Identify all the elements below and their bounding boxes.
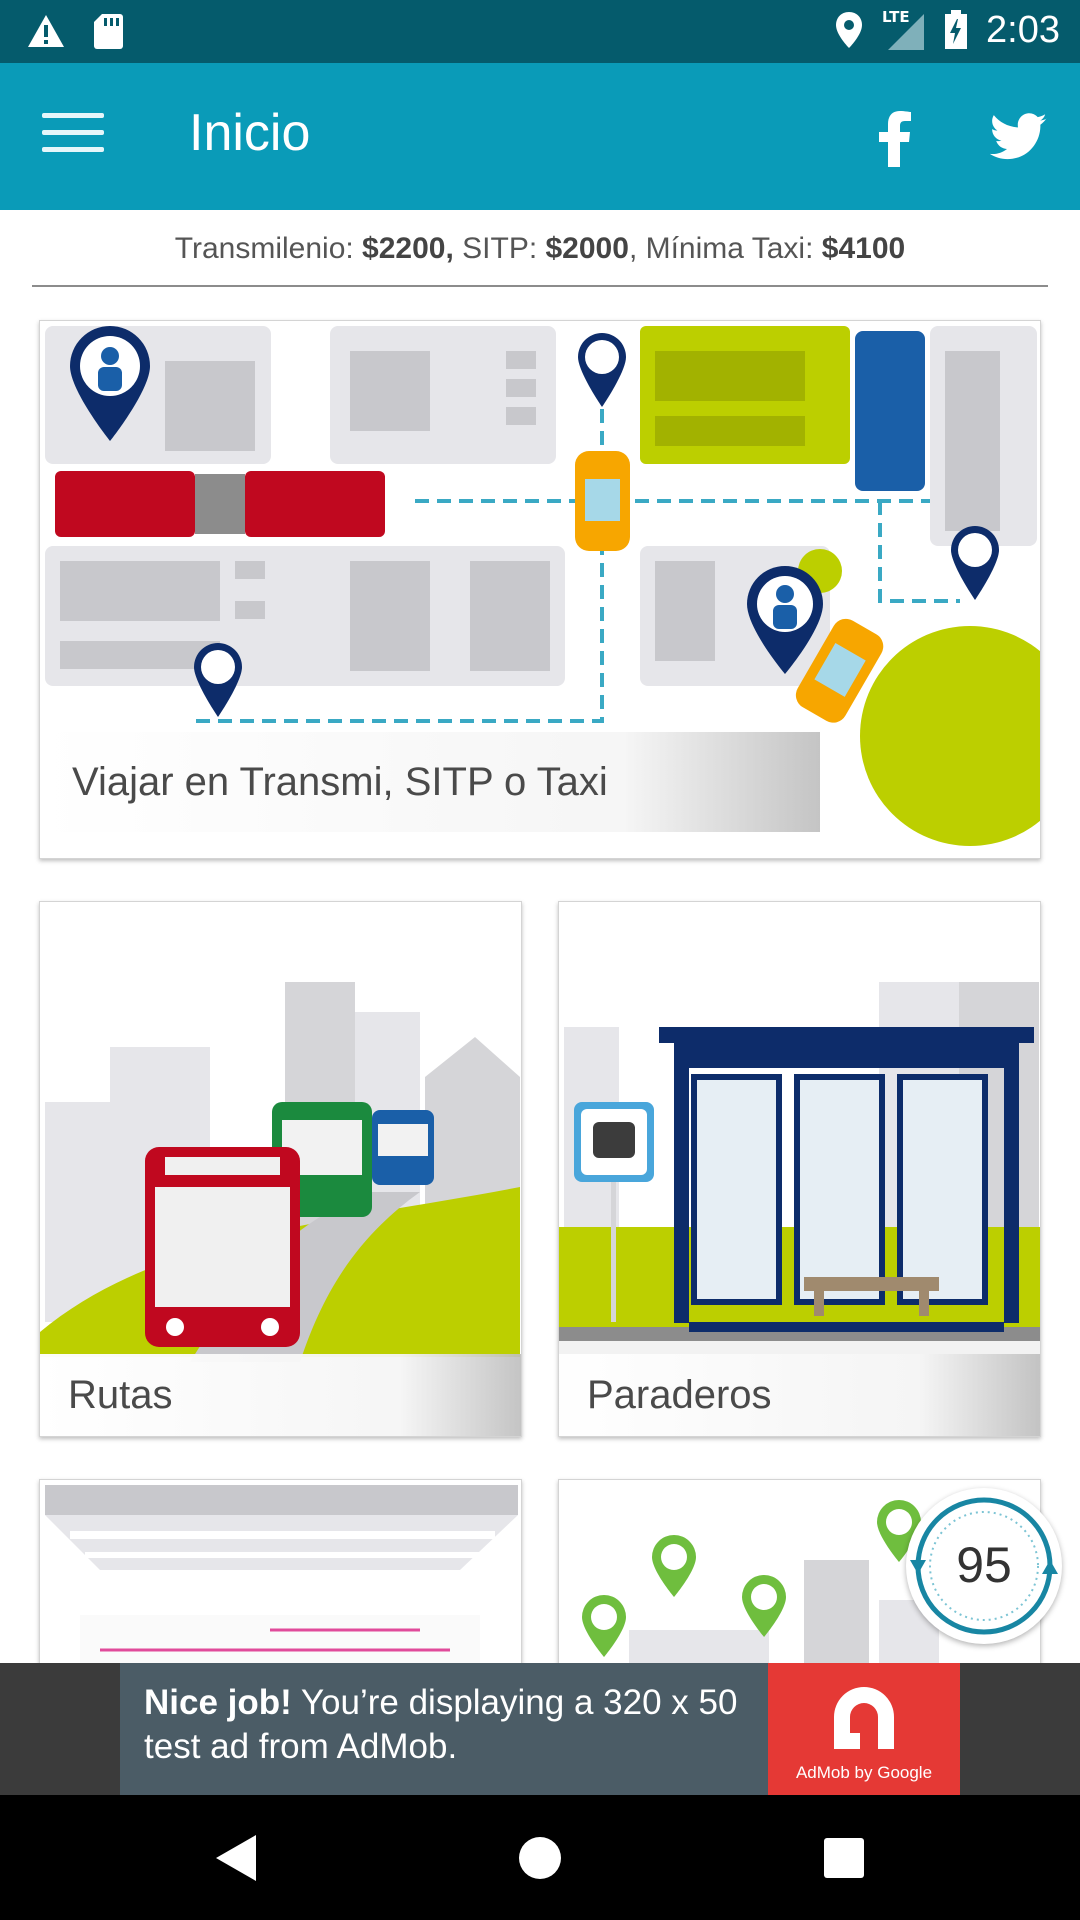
speed-value: 95 [956,1537,1012,1593]
sd-card-icon [94,14,123,49]
ad-text: Nice job! You’re displaying a 320 x 50 t… [144,1681,764,1769]
battery-charging-icon [945,10,968,49]
twitter-icon[interactable] [990,113,1048,161]
system-map-card[interactable] [39,1479,522,1679]
page-title: Inicio [189,104,311,162]
stops-card[interactable]: Paraderos [558,901,1041,1437]
speedometer-badge[interactable]: 95 [906,1488,1062,1644]
taxi-label: , Mínima Taxi: [628,232,822,265]
taxi-fare: $4100 [821,232,906,265]
travel-card-label: Viajar en Transmi, SITP o Taxi [40,732,820,832]
recents-icon[interactable] [823,1837,865,1879]
stops-card-label: Paraderos [559,1354,1040,1436]
transmilenio-label: Transmilenio: [174,232,363,265]
location-icon [836,12,863,48]
screen: LTE 2:03 Inicio Transmilenio: $2200, SIT… [0,0,1080,1920]
sitp-fare: $2000 [545,232,629,265]
transmilenio-fare: $2200, [362,232,454,265]
ad-banner[interactable]: Nice job! You’re displaying a 320 x 50 t… [120,1663,960,1795]
back-icon[interactable] [214,1833,258,1883]
admob-logo: AdMob by Google [768,1663,960,1795]
travel-card[interactable]: Viajar en Transmi, SITP o Taxi [39,320,1041,859]
facebook-icon[interactable] [878,111,912,167]
transit-map-illustration [40,1480,521,1678]
ad-container: Nice job! You’re displaying a 320 x 50 t… [0,1663,1080,1795]
divider [32,285,1048,287]
routes-card[interactable]: Rutas [39,901,522,1437]
sitp-label: SITP: [453,232,546,265]
warning-icon [28,15,64,47]
fares-summary: Transmilenio: $2200, SITP: $2000, Mínima… [32,232,1048,266]
routes-card-label: Rutas [40,1354,521,1436]
signal-icon: LTE [882,8,926,52]
ad-headline: Nice job! [144,1683,292,1722]
app-bar: Inicio [0,63,1080,210]
clock: 2:03 [986,8,1060,51]
navigation-bar [0,1795,1080,1920]
status-bar: LTE 2:03 [0,0,1080,63]
admob-brand: AdMob by Google [795,1763,933,1782]
home-icon[interactable] [517,1835,563,1881]
hamburger-menu-icon[interactable] [42,113,104,159]
